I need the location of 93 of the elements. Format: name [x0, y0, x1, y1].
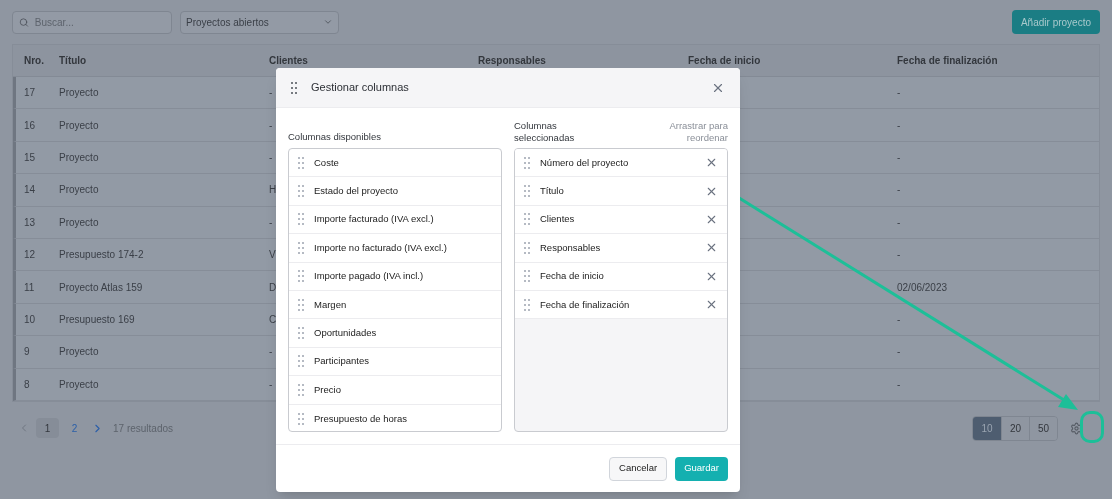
drag-handle-icon[interactable] [298, 156, 304, 169]
table-cell: - [897, 87, 901, 99]
table-cell: D [269, 281, 277, 293]
table-cell: 16 [24, 119, 36, 131]
table-cell: Proyecto [59, 87, 99, 99]
column-option[interactable]: Coste [289, 149, 501, 178]
table-cell: - [897, 151, 901, 163]
drag-handle-icon[interactable] [298, 185, 304, 198]
drag-handle-icon[interactable] [291, 81, 297, 94]
table-cell: 10 [24, 313, 36, 325]
column-header[interactable]: Clientes [269, 55, 308, 66]
table-cell: - [269, 119, 273, 131]
search-input[interactable]: Buscar... [34, 14, 165, 30]
selected-columns-label: Columnas seleccionadas [514, 120, 576, 144]
cancel-button[interactable]: Cancelar [609, 456, 668, 481]
table-cell: - [897, 184, 901, 196]
table-cell: C [269, 313, 277, 325]
table-cell: 11 [24, 281, 35, 293]
drag-handle-icon[interactable] [524, 270, 530, 283]
column-header[interactable]: Título [59, 55, 87, 66]
selected-column[interactable]: Número del proyecto [515, 149, 727, 178]
selected-column[interactable]: Fecha de finalización [515, 290, 727, 320]
column-option[interactable]: Presupuesto de horas [289, 404, 501, 431]
column-header[interactable]: Fecha de inicio [688, 55, 761, 66]
drag-handle-icon[interactable] [298, 298, 304, 311]
table-cell: Proyecto [59, 378, 99, 390]
page-button[interactable]: 1 [36, 418, 59, 439]
table-cell: 13 [24, 216, 36, 228]
table-cell: 8 [24, 378, 30, 390]
table-cell: - [897, 313, 901, 325]
column-option[interactable]: Precio [289, 376, 501, 405]
caret-icon [323, 17, 333, 27]
table-cell: - [897, 378, 901, 390]
table-cell: Presupuesto 169 [59, 313, 135, 325]
drag-handle-icon[interactable] [524, 156, 530, 169]
column-header[interactable]: Nro. [24, 55, 44, 66]
table-cell: - [897, 119, 901, 131]
table-cell: 9 [24, 346, 30, 358]
table-cell: Proyecto [59, 119, 99, 131]
search-icon [19, 16, 29, 28]
drag-handle-icon[interactable] [298, 213, 304, 226]
table-cell: Proyecto [59, 151, 99, 163]
column-header[interactable]: Responsables [478, 55, 546, 66]
column-option[interactable]: Oportunidades [289, 319, 501, 348]
dialog-title: Gestionar columnas [311, 80, 409, 96]
table-cell: - [269, 378, 273, 390]
selected-column[interactable]: Título [515, 177, 727, 206]
table-cell: - [897, 249, 901, 261]
drag-handle-icon[interactable] [524, 241, 530, 254]
settings-icon[interactable] [1069, 421, 1083, 435]
table-cell: H [269, 184, 277, 196]
table-cell: - [269, 216, 273, 228]
column-header[interactable]: Fecha de finalización [897, 55, 998, 66]
available-columns-label: Columnas disponibles [288, 129, 381, 144]
drag-handle-icon[interactable] [298, 241, 304, 254]
page-size-button[interactable]: 50 [1029, 416, 1057, 440]
drag-handle-icon[interactable] [298, 327, 304, 340]
table-cell: Presupuesto 174-2 [59, 249, 144, 261]
table-cell: - [269, 87, 273, 99]
table-cell: Proyecto [59, 216, 99, 228]
search-field[interactable]: Buscar... [12, 10, 172, 34]
column-option[interactable]: Importe facturado (IVA excl.) [289, 205, 501, 235]
column-option[interactable]: Importe pagado (IVA incl.) [289, 262, 501, 291]
table-cell: V [269, 249, 276, 261]
table-cell: 15 [24, 151, 36, 163]
drag-handle-icon[interactable] [298, 412, 304, 425]
table-cell: 14 [24, 184, 36, 196]
filter-dropdown[interactable]: Proyectos abiertos [180, 10, 339, 34]
drag-handle-icon[interactable] [298, 383, 304, 396]
table-cell: - [269, 346, 273, 358]
table-cell: - [897, 216, 901, 228]
drag-handle-icon[interactable] [524, 185, 530, 198]
table-cell: Proyecto [59, 184, 99, 196]
reorder-hint: Arrastrar para reordenar [668, 120, 728, 144]
column-option[interactable]: Margen [289, 290, 501, 320]
drag-handle-icon[interactable] [524, 298, 530, 311]
table-cell: Proyecto Atlas 159 [59, 281, 143, 293]
drag-handle-icon[interactable] [298, 270, 304, 283]
drag-handle-icon[interactable] [298, 355, 304, 368]
selected-column[interactable]: Responsables [515, 234, 727, 263]
column-option[interactable]: Importe no facturado (IVA excl.) [289, 234, 501, 263]
column-option[interactable]: Participantes [289, 347, 501, 377]
drag-handle-icon[interactable] [524, 213, 530, 226]
table-cell: 17 [24, 87, 36, 99]
table-cell: 02/06/2023 [897, 281, 948, 293]
column-option[interactable]: Estado del proyecto [289, 177, 501, 206]
table-cell: Proyecto [59, 346, 99, 358]
table-cell: 12 [24, 249, 36, 261]
table-cell: - [269, 151, 273, 163]
selected-column[interactable]: Clientes [515, 205, 727, 235]
table-cell: - [897, 346, 901, 358]
selected-column[interactable]: Fecha de inicio [515, 262, 727, 291]
highlight-ring [1080, 411, 1104, 443]
